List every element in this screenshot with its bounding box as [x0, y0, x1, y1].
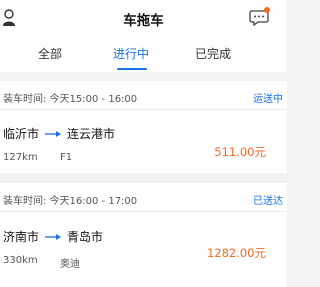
tab-bar: 全部 进行中 已完成 [0, 36, 287, 72]
vehicle-model: F1 [60, 152, 73, 163]
tab-all[interactable]: 全部 [38, 45, 62, 62]
order-price: 511.00元 [214, 145, 266, 159]
order-status: 运送中 [253, 94, 283, 105]
divider [0, 211, 287, 212]
route: 临沂市 连云港市 [3, 125, 243, 141]
route: 济南市 青岛市 [3, 228, 243, 244]
arrow-right-icon [45, 234, 61, 240]
divider [0, 109, 287, 110]
app-header: 车拖车 [0, 0, 287, 36]
destination-city: 青岛市 [67, 230, 104, 244]
distance: 330km [3, 255, 38, 266]
order-status: 已送达 [253, 196, 283, 207]
order-price: 1282.00元 [206, 246, 266, 260]
tab-completed[interactable]: 已完成 [195, 45, 231, 62]
destination-city: 连云港市 [67, 127, 116, 141]
loading-time: 装车时间: 今天16:00 - 17:00 [3, 196, 138, 207]
tab-in-progress[interactable]: 进行中 [113, 45, 149, 62]
arrow-right-icon [45, 131, 61, 137]
loading-time: 装车时间: 今天15:00 - 16:00 [3, 94, 138, 105]
origin-city: 临沂市 [3, 127, 40, 141]
active-tab-indicator [117, 68, 147, 70]
notification-dot [264, 7, 270, 13]
order-card[interactable]: 装车时间: 今天16:00 - 17:00 已送达 济南市 青岛市 330km … [0, 183, 287, 287]
order-card[interactable]: 装车时间: 今天15:00 - 16:00 运送中 临沂市 连云港市 127km… [0, 81, 287, 173]
distance: 127km [3, 152, 38, 163]
origin-city: 济南市 [3, 230, 40, 244]
vehicle-model: 奥迪 [60, 259, 80, 270]
page-title: 车拖车 [123, 13, 164, 29]
